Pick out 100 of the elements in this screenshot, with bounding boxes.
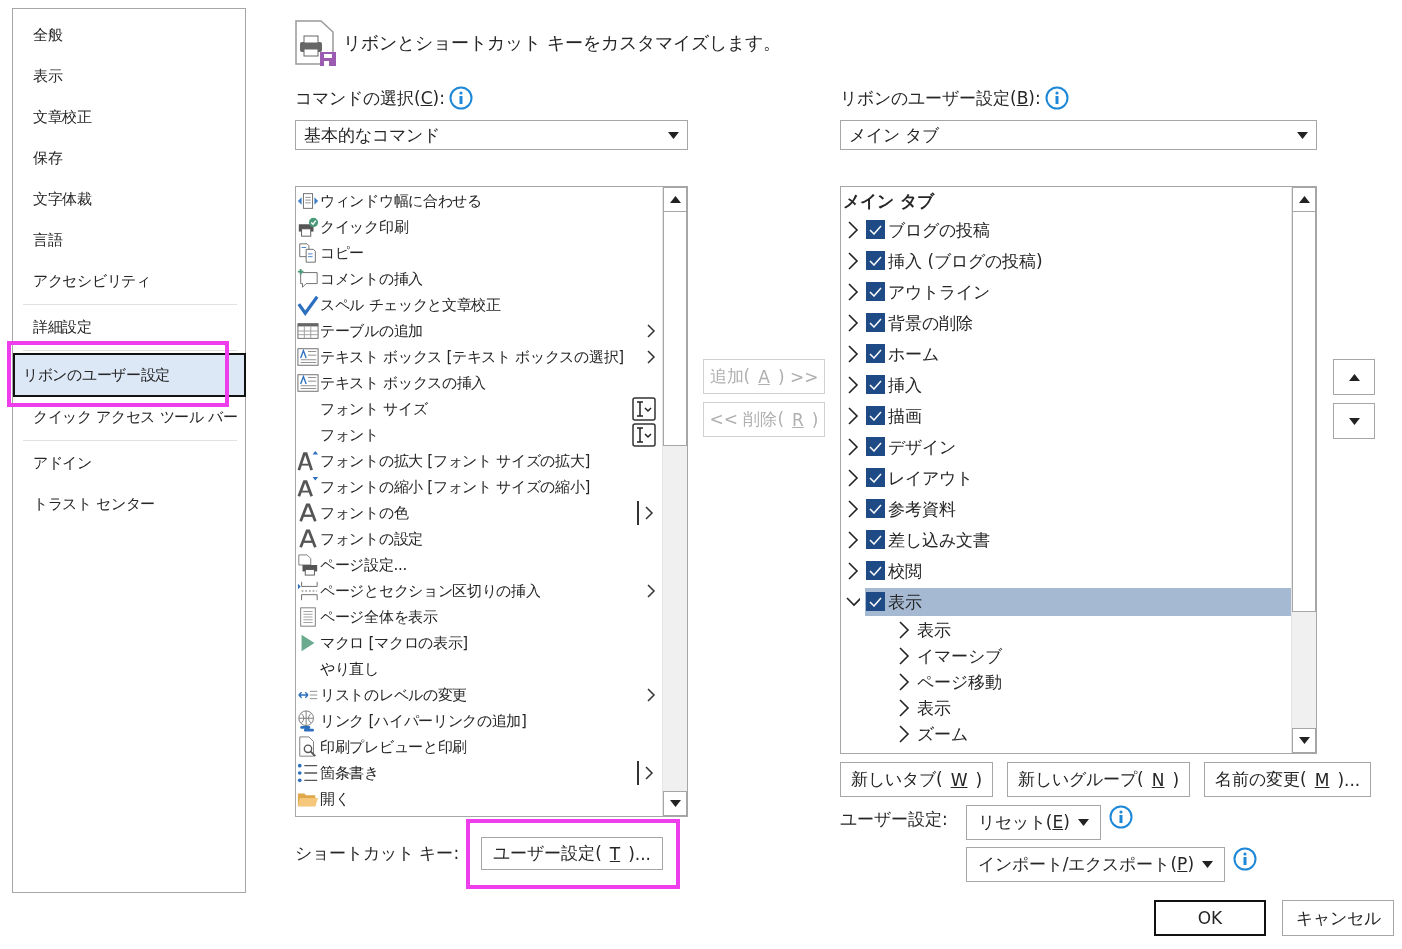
checkbox[interactable] xyxy=(866,375,885,394)
tree-item[interactable]: 表示 xyxy=(917,618,951,642)
expand-icon[interactable] xyxy=(846,560,860,581)
sidebar-item[interactable]: 文字体裁 xyxy=(23,179,237,220)
tree-item[interactable]: 挿入 (ブログの投稿) xyxy=(865,246,1291,275)
scroll-thumb[interactable] xyxy=(663,212,687,446)
command-item[interactable]: フォント サイズ xyxy=(296,396,662,422)
expand-icon[interactable] xyxy=(897,646,911,666)
expand-icon[interactable] xyxy=(897,724,911,744)
checkbox[interactable] xyxy=(866,437,885,456)
command-item[interactable]: テーブルの追加 xyxy=(296,318,662,344)
info-icon[interactable] xyxy=(448,86,473,110)
tree-item[interactable]: 挿入 xyxy=(865,370,1291,399)
command-item[interactable]: クイック印刷 xyxy=(296,214,662,240)
command-item[interactable]: ページとセクション区切りの挿入 xyxy=(296,578,662,604)
scrollbar[interactable] xyxy=(1291,187,1316,753)
tree-item[interactable]: 背景の削除 xyxy=(865,308,1291,337)
expand-icon[interactable] xyxy=(846,436,860,457)
command-item[interactable]: フォントの色 xyxy=(296,500,662,526)
expand-icon[interactable] xyxy=(846,467,860,488)
scrollbar[interactable] xyxy=(662,187,687,816)
command-item[interactable]: ページ全体を表示 xyxy=(296,604,662,630)
info-icon[interactable] xyxy=(1233,847,1257,871)
sidebar-item[interactable]: 言語 xyxy=(23,220,237,261)
sidebar-item[interactable]: リボンのユーザー設定 xyxy=(13,353,246,397)
command-item[interactable]: テキスト ボックス [テキスト ボックスの選択] xyxy=(296,344,662,370)
tree-item[interactable]: ブログの投稿 xyxy=(865,215,1291,244)
command-item[interactable]: フォントの縮小 [フォント サイズの縮小] xyxy=(296,474,662,500)
checkbox[interactable] xyxy=(866,530,885,549)
expand-icon[interactable] xyxy=(846,374,860,395)
command-item[interactable]: やり直し xyxy=(296,656,662,682)
command-item[interactable]: フォントの設定 xyxy=(296,526,662,552)
expand-icon[interactable] xyxy=(846,343,860,364)
checkbox[interactable] xyxy=(866,344,885,363)
sidebar-item[interactable]: 保存 xyxy=(23,138,237,179)
tree-item[interactable]: 描画 xyxy=(865,401,1291,430)
menu-button[interactable]: リセット(E) xyxy=(965,805,1101,840)
ribbon-action-button[interactable]: 新しいタブ( W ) xyxy=(840,762,994,797)
sidebar-item[interactable]: クイック アクセス ツール バー xyxy=(23,397,237,438)
checkbox[interactable] xyxy=(866,220,885,239)
tree-item[interactable]: ホーム xyxy=(865,339,1291,368)
expand-icon[interactable] xyxy=(897,620,911,640)
sidebar-item[interactable]: 詳細設定 xyxy=(23,307,237,348)
command-item[interactable]: ウィンドウ幅に合わせる xyxy=(296,188,662,214)
move-up-button[interactable] xyxy=(1333,359,1375,395)
sidebar-item[interactable]: アクセシビリティ xyxy=(23,261,237,302)
command-item[interactable]: 印刷プレビューと印刷 xyxy=(296,734,662,760)
ribbon-action-button[interactable]: 新しいグループ( N ) xyxy=(1007,762,1191,797)
move-down-button[interactable] xyxy=(1333,403,1375,439)
command-item[interactable]: フォントの拡大 [フォント サイズの拡大] xyxy=(296,448,662,474)
expand-icon[interactable] xyxy=(846,529,860,550)
command-item[interactable]: 開く xyxy=(296,786,662,812)
tree-item[interactable]: レイアウト xyxy=(865,463,1291,492)
command-dropdown[interactable]: 基本的なコマンド xyxy=(295,120,688,150)
tree-item[interactable]: 表示 xyxy=(917,696,951,720)
command-item[interactable]: コピー xyxy=(296,240,662,266)
sidebar-item[interactable]: 表示 xyxy=(23,56,237,97)
checkbox[interactable] xyxy=(866,561,885,580)
checkbox[interactable] xyxy=(866,406,885,425)
checkbox[interactable] xyxy=(866,282,885,301)
ribbon-action-button[interactable]: 名前の変更( M )... xyxy=(1204,762,1372,797)
command-item[interactable]: リンク [ハイパーリンクの追加] xyxy=(296,708,662,734)
expand-icon[interactable] xyxy=(846,250,860,271)
expand-icon[interactable] xyxy=(846,312,860,333)
checkbox[interactable] xyxy=(866,251,885,270)
command-item[interactable]: フォント xyxy=(296,422,662,448)
ribbon-dropdown[interactable]: メイン タブ xyxy=(840,120,1317,150)
command-item[interactable]: 箇条書き xyxy=(296,760,662,786)
tree-item[interactable]: 参考資料 xyxy=(865,494,1291,523)
command-item[interactable]: スペル チェックと文章校正 xyxy=(296,292,662,318)
info-icon[interactable] xyxy=(1044,86,1069,110)
scroll-up-button[interactable] xyxy=(663,187,687,212)
expand-icon[interactable] xyxy=(846,498,860,519)
expand-icon[interactable] xyxy=(846,281,860,302)
tree-item[interactable]: アウトライン xyxy=(865,277,1291,306)
checkbox[interactable] xyxy=(866,468,885,487)
sidebar-item[interactable]: アドイン xyxy=(23,443,237,484)
cancel-button[interactable]: キャンセル xyxy=(1282,900,1394,936)
tree-item[interactable]: 差し込み文書 xyxy=(865,525,1291,554)
checkbox[interactable] xyxy=(866,499,885,518)
ok-button[interactable]: OK xyxy=(1154,900,1266,936)
scroll-up-button[interactable] xyxy=(1292,187,1316,212)
checkbox[interactable] xyxy=(866,592,885,611)
expand-icon[interactable] xyxy=(897,698,911,718)
tree-item[interactable]: ページ移動 xyxy=(917,670,1002,694)
command-item[interactable]: リストのレベルの変更 xyxy=(296,682,662,708)
checkbox[interactable] xyxy=(866,313,885,332)
command-item[interactable]: マクロ [マクロの表示] xyxy=(296,630,662,656)
menu-button[interactable]: インポート/エクスポート(P) xyxy=(965,847,1225,882)
customize-shortcut-button[interactable]: ユーザー設定( T )... xyxy=(481,837,663,870)
sidebar-item[interactable]: 全般 xyxy=(23,15,237,56)
expand-icon[interactable] xyxy=(846,219,860,240)
sidebar-item[interactable]: 文章校正 xyxy=(23,97,237,138)
tree-item[interactable]: イマーシブ xyxy=(917,644,1002,668)
expand-icon[interactable] xyxy=(846,405,860,426)
tree-item[interactable]: 校閲 xyxy=(865,556,1291,585)
scroll-down-button[interactable] xyxy=(1292,728,1316,753)
command-item[interactable]: コメントの挿入 xyxy=(296,266,662,292)
scroll-down-button[interactable] xyxy=(663,791,687,816)
scroll-thumb[interactable] xyxy=(1292,212,1316,612)
